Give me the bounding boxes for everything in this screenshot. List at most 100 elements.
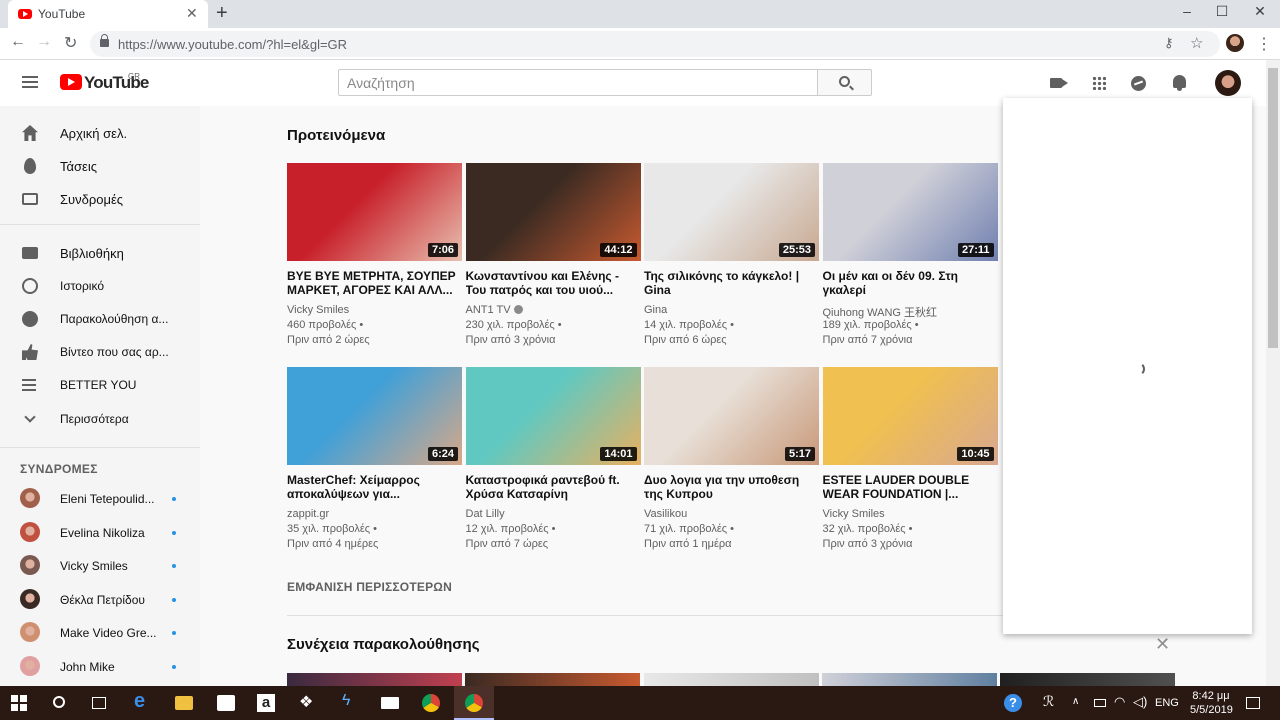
task-view-icon[interactable] (92, 697, 106, 709)
amazon-icon[interactable]: a (257, 694, 275, 712)
video-title[interactable]: Της σιλικόνης το κάγκελο! | Gina (644, 269, 816, 297)
channel-name-row[interactable]: Dat Lilly (466, 508, 505, 520)
channel-name-row[interactable]: Vicky Smiles (287, 304, 349, 316)
sidebar-item-liked-videos[interactable]: Βίντεο που σας αρ... (0, 335, 200, 368)
bookmark-star-icon[interactable]: ☆ (1190, 34, 1203, 52)
menu-icon[interactable] (22, 76, 38, 88)
video-title[interactable]: Καταστροφικά ραντεβού ft. Χρύσα Κατσαρίν… (466, 473, 638, 501)
channel-name[interactable]: Qiuhong WANG 王秋红 (823, 307, 938, 319)
continue-thumbnail[interactable] (287, 673, 462, 686)
dropbox-icon[interactable]: ❖ (299, 692, 317, 711)
video-title[interactable]: ESTEE LAUDER DOUBLE WEAR FOUNDATION |... (823, 473, 995, 501)
channel-name-row[interactable]: Qiuhong WANG 王秋红 (823, 304, 938, 320)
channel-name-row[interactable]: ANT1 TV (466, 304, 523, 316)
video-card[interactable]: 27:11 Οι μέν και οι δέν 09. Στη γκαλερί Qi… (822, 163, 998, 353)
account-avatar[interactable] (1215, 70, 1241, 96)
chrome-icon[interactable] (422, 694, 440, 712)
show-more-button[interactable]: ΕΜΦΑΝΙΣΗ ΠΕΡΙΣΣΟΤΕΡΩΝ (287, 580, 452, 594)
volume-icon[interactable]: ◁) (1133, 694, 1151, 712)
windows-start-icon[interactable] (11, 695, 27, 711)
video-title[interactable]: Κωνσταντίνου και Ελένης - Του πατρός και… (466, 269, 638, 297)
channel-name-row[interactable]: Vasilikou (644, 508, 687, 520)
subscription-item[interactable]: Eleni Tetepoulid... (0, 482, 200, 515)
video-card[interactable]: 10:45 ESTEE LAUDER DOUBLE WEAR FOUNDATION… (822, 367, 998, 557)
back-icon[interactable]: ← (10, 33, 26, 51)
sidebar-item-more[interactable]: Περισσότερα (0, 402, 200, 435)
video-card[interactable]: 25:53 Της σιλικόνης το κάγκελο! | Gina Gin… (644, 163, 819, 353)
channel-name[interactable]: Vicky Smiles (287, 304, 349, 316)
browser-tab[interactable]: YouTube ✕ (8, 0, 208, 28)
video-title[interactable]: MasterChef: Χείμαρρος αποκαλύψεων για... (287, 473, 459, 501)
video-title[interactable]: BYE BYE ΜΕΤΡΗΤΑ, ΣΟΥΠΕΡ ΜΑΡΚΕΤ, ΑΓΟΡΕΣ Κ… (287, 269, 459, 297)
channel-name[interactable]: Vasilikou (644, 508, 687, 520)
new-tab-button[interactable]: + (216, 2, 228, 25)
page-scrollbar[interactable] (1266, 60, 1280, 686)
channel-name[interactable]: Dat Lilly (466, 508, 505, 520)
messages-icon[interactable] (1131, 76, 1146, 91)
continue-thumbnail[interactable] (644, 673, 819, 686)
maximize-button[interactable]: ☐ (1207, 3, 1237, 20)
file-explorer-icon[interactable] (175, 696, 193, 710)
video-card[interactable]: 6:24 MasterChef: Χείμαρρος αποκαλύψεων γι… (287, 367, 462, 557)
edge-icon[interactable]: e (134, 690, 152, 712)
dismiss-shelf-icon[interactable]: ✕ (1155, 634, 1170, 655)
sidebar-item-home[interactable]: Αρχική σελ. (0, 116, 200, 149)
channel-name[interactable]: zappit.gr (287, 508, 329, 520)
video-thumbnail[interactable]: 6:24 (287, 367, 462, 465)
youtube-logo-icon[interactable] (60, 74, 82, 90)
video-thumbnail[interactable]: 25:53 (644, 163, 819, 261)
apps-grid-icon[interactable] (1092, 76, 1106, 90)
continue-thumbnail[interactable] (465, 673, 640, 686)
search-box[interactable] (338, 69, 818, 96)
sidebar-item-playlist[interactable]: BETTER YOU (0, 368, 200, 401)
video-title[interactable]: Δυο λογια για την υποθεση της Κυπρου (644, 473, 816, 501)
chrome-menu-icon[interactable]: ⋮ (1256, 34, 1272, 54)
scrollbar-thumb[interactable] (1268, 68, 1278, 348)
tab-close-icon[interactable]: ✕ (186, 5, 198, 22)
search-input[interactable] (347, 75, 807, 91)
minimize-button[interactable]: – (1172, 3, 1202, 19)
language-indicator[interactable]: ENG (1155, 697, 1179, 709)
store-icon[interactable] (217, 695, 235, 711)
video-thumbnail[interactable]: 10:45 (822, 367, 998, 465)
subscription-item[interactable]: John Mike (0, 650, 200, 683)
video-thumbnail[interactable]: 44:12 (465, 163, 641, 261)
chrome-active-icon[interactable] (465, 694, 483, 712)
channel-name-row[interactable]: Vicky Smiles (823, 508, 885, 520)
address-bar[interactable]: https://www.youtube.com/?hl=el&gl=GR ⚷ ☆ (90, 31, 1220, 57)
sidebar-item-history[interactable]: Ιστορικό (0, 269, 200, 302)
channel-name[interactable]: Vicky Smiles (823, 508, 885, 520)
channel-name-row[interactable]: Gina (644, 304, 667, 316)
chrome-profile-avatar[interactable] (1226, 34, 1244, 52)
video-title[interactable]: Οι μέν και οι δέν 09. Στη γκαλερί (823, 269, 995, 297)
reload-icon[interactable]: ↻ (64, 33, 77, 53)
help-icon[interactable]: ? (1004, 694, 1022, 712)
channel-name[interactable]: ANT1 TV (466, 304, 511, 316)
notifications-bell-icon[interactable] (1173, 75, 1186, 91)
people-icon[interactable]: ℛ (1043, 693, 1061, 711)
video-thumbnail[interactable]: 7:06 (287, 163, 462, 261)
close-window-button[interactable]: ✕ (1245, 3, 1275, 20)
sidebar-item-subscriptions[interactable]: Συνδρομές (0, 182, 200, 215)
continue-thumbnail[interactable] (1000, 673, 1175, 686)
clock[interactable]: 8:42 μμ 5/5/2019 (1190, 689, 1233, 717)
mail-icon[interactable] (381, 697, 399, 709)
continue-thumbnail[interactable] (822, 673, 997, 686)
sidebar-item-library[interactable]: Βιβλιοθήκη (0, 236, 200, 269)
channel-name-row[interactable]: zappit.gr (287, 508, 329, 520)
bolt-app-icon[interactable]: ϟ (342, 692, 360, 710)
video-thumbnail[interactable]: 5:17 (644, 367, 819, 465)
notifications-center-icon[interactable] (1246, 697, 1260, 709)
subscription-item[interactable]: Vicky Smiles (0, 549, 200, 582)
subscription-item[interactable]: Make Video Gre... (0, 616, 200, 649)
video-card[interactable]: 7:06 BYE BYE ΜΕΤΡΗΤΑ, ΣΟΥΠΕΡ ΜΑΡΚΕΤ, ΑΓΟΡ… (287, 163, 462, 353)
create-video-icon[interactable] (1050, 78, 1068, 88)
sidebar-item-watch-later[interactable]: Παρακολούθηση α... (0, 302, 200, 335)
subscription-item[interactable]: Evelina Nikoliza (0, 516, 200, 549)
forward-icon[interactable]: → (36, 33, 52, 51)
url-text[interactable]: https://www.youtube.com/?hl=el&gl=GR (118, 37, 347, 52)
wifi-icon[interactable]: ◠ (1114, 694, 1132, 712)
subscription-item[interactable]: Θέκλα Πετρίδου (0, 583, 200, 616)
search-icon[interactable] (53, 696, 65, 708)
battery-icon[interactable] (1094, 699, 1106, 707)
